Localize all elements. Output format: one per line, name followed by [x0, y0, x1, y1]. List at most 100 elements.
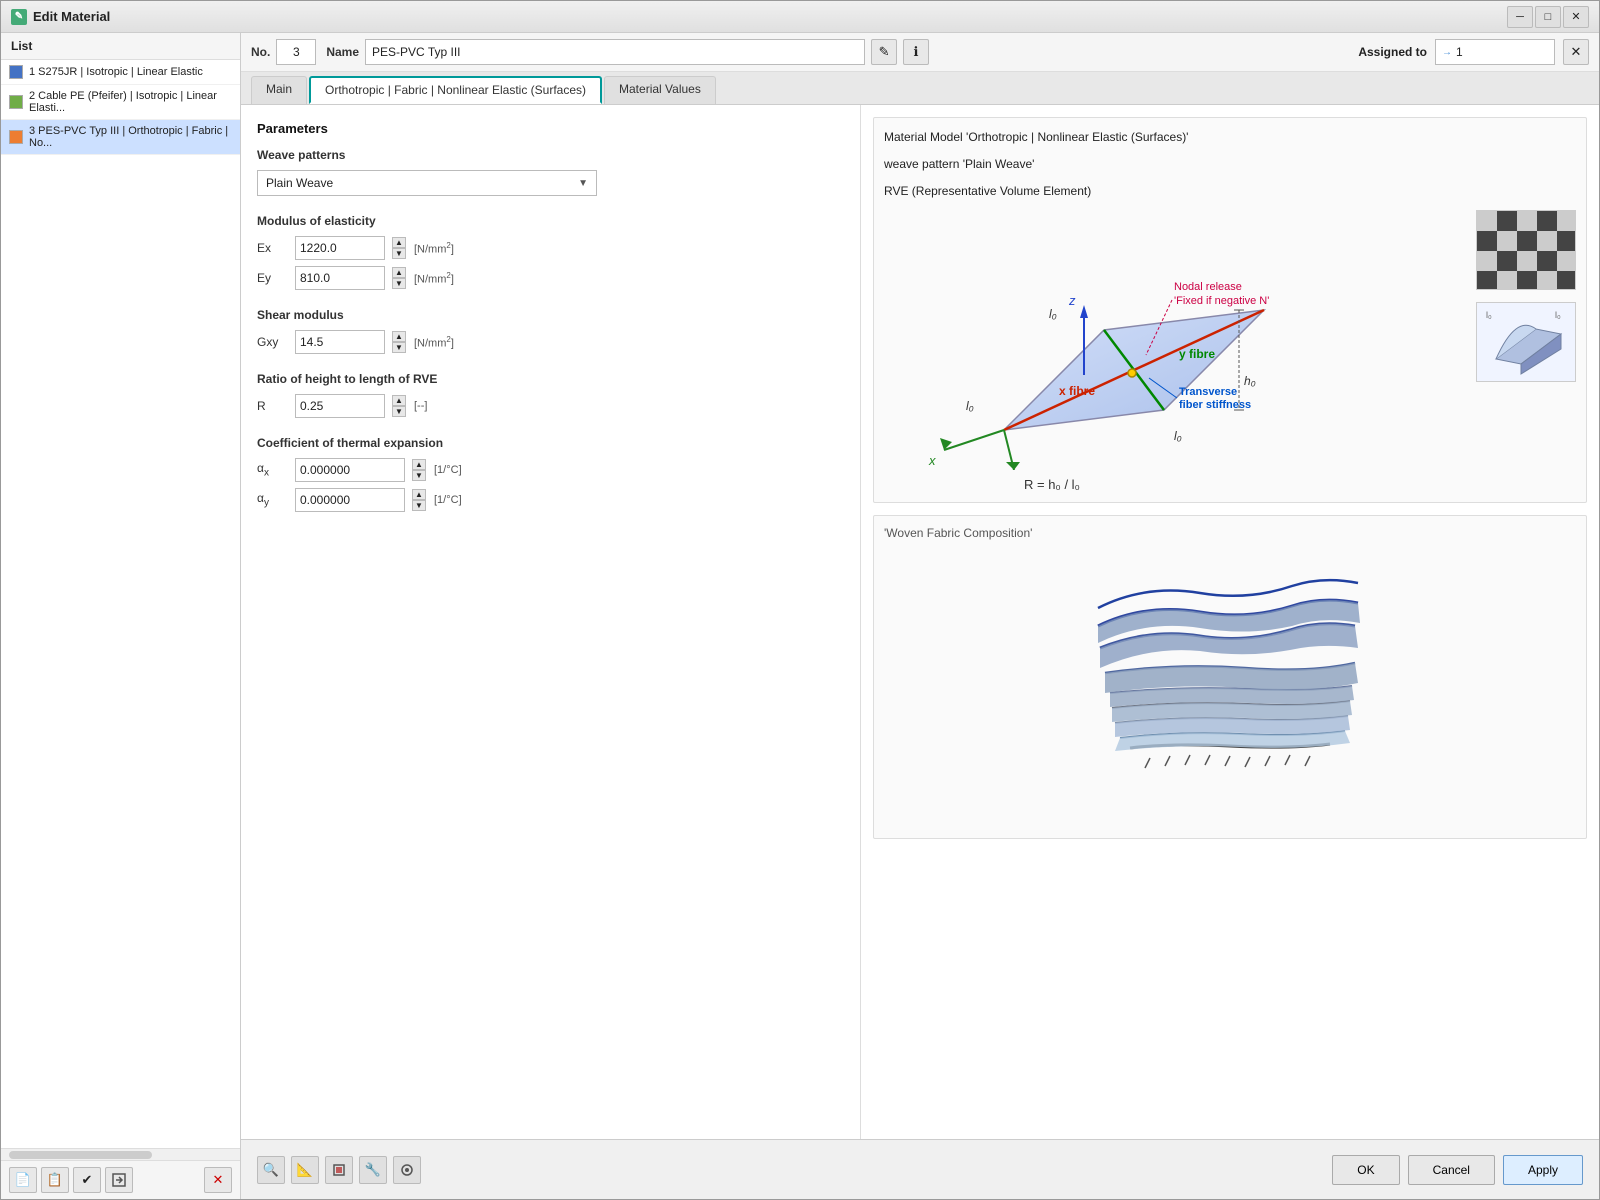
- rve-diagram-svg: x y: [884, 210, 1304, 470]
- ax-input[interactable]: 0.000000: [295, 458, 405, 482]
- ex-input[interactable]: 1220.0: [295, 236, 385, 260]
- select-tool[interactable]: [325, 1156, 353, 1184]
- composition-diagram: [884, 548, 1576, 828]
- gxy-input[interactable]: 14.5: [295, 330, 385, 354]
- name-input[interactable]: PES-PVC Typ III: [365, 39, 865, 65]
- weave-thumbnail: [1476, 210, 1576, 290]
- assigned-close-button[interactable]: ✕: [1563, 39, 1589, 65]
- ay-value: 0.000000: [300, 493, 350, 507]
- content-area: Parameters Weave patterns Plain Weave ▼: [241, 105, 1599, 1139]
- ax-unit: [1/°C]: [434, 464, 462, 476]
- shear-group: Shear modulus Gxy 14.5 ▲ ▼ [N/mm2]: [257, 308, 844, 354]
- cancel-button[interactable]: Cancel: [1408, 1155, 1495, 1185]
- r-spinners: ▲ ▼: [392, 395, 406, 417]
- shear-label: Shear modulus: [257, 308, 844, 322]
- ey-spin-up[interactable]: ▲: [392, 267, 406, 278]
- ay-label: αy: [257, 491, 287, 508]
- list-item-color-1: [9, 65, 23, 79]
- maximize-button[interactable]: □: [1535, 6, 1561, 28]
- action-buttons: OK Cancel Apply: [1332, 1155, 1583, 1185]
- tab-material-values[interactable]: Material Values: [604, 76, 716, 104]
- r-spin-down[interactable]: ▼: [392, 406, 406, 417]
- svg-text:z: z: [1068, 293, 1076, 308]
- ok-button[interactable]: OK: [1332, 1155, 1399, 1185]
- ay-spin-up[interactable]: ▲: [412, 489, 426, 500]
- ay-input[interactable]: 0.000000: [295, 488, 405, 512]
- gxy-spin-down[interactable]: ▼: [392, 342, 406, 353]
- r-input[interactable]: 0.25: [295, 394, 385, 418]
- edit-name-button[interactable]: ✎: [871, 39, 897, 65]
- weave-pattern-value: Plain Weave: [266, 176, 333, 190]
- settings-tool[interactable]: 🔧: [359, 1156, 387, 1184]
- ey-label: Ey: [257, 271, 287, 285]
- title-controls: ─ □ ✕: [1507, 6, 1589, 28]
- tab-main[interactable]: Main: [251, 76, 307, 104]
- main-window: ✎ Edit Material ─ □ ✕ List 1 S275JR | Is…: [0, 0, 1600, 1200]
- gxy-unit: [N/mm2]: [414, 335, 454, 350]
- ey-spin-down[interactable]: ▼: [392, 278, 406, 289]
- app-icon: ✎: [11, 9, 27, 25]
- gxy-spin-up[interactable]: ▲: [392, 331, 406, 342]
- ax-spin-up[interactable]: ▲: [412, 459, 426, 470]
- params-panel: Parameters Weave patterns Plain Weave ▼: [241, 105, 861, 1139]
- list-item-3[interactable]: 3 PES-PVC Typ III | Orthotropic | Fabric…: [1, 120, 240, 155]
- new-material-button[interactable]: 📄: [9, 1167, 37, 1193]
- ratio-label: Ratio of height to length of RVE: [257, 372, 844, 386]
- apply-button[interactable]: Apply: [1503, 1155, 1583, 1185]
- name-field: Name PES-PVC Typ III ✎ ℹ: [326, 39, 929, 65]
- list-item-2[interactable]: 2 Cable PE (Pfeifer) | Isotropic | Linea…: [1, 85, 240, 120]
- ex-spin-up[interactable]: ▲: [392, 237, 406, 248]
- ex-row: Ex 1220.0 ▲ ▼ [N/mm2]: [257, 236, 844, 260]
- list-item-color-2: [9, 95, 23, 109]
- close-button[interactable]: ✕: [1563, 6, 1589, 28]
- ey-input[interactable]: 810.0: [295, 266, 385, 290]
- sidebar-scrollbar[interactable]: [1, 1148, 240, 1160]
- list-item-label-3: 3 PES-PVC Typ III | Orthotropic | Fabric…: [29, 125, 232, 149]
- window-title: Edit Material: [33, 9, 110, 24]
- svg-text:fiber stiffness: fiber stiffness: [1179, 399, 1251, 411]
- ay-row: αy 0.000000 ▲ ▼ [1/°C]: [257, 488, 844, 512]
- model-text-1: Material Model 'Orthotropic | Nonlinear …: [884, 128, 1576, 147]
- ay-spinners: ▲ ▼: [412, 489, 426, 511]
- zoom-tool[interactable]: 🔍: [257, 1156, 285, 1184]
- copy-material-button[interactable]: 📋: [41, 1167, 69, 1193]
- assigned-value-box: → 1: [1435, 39, 1555, 65]
- minimize-button[interactable]: ─: [1507, 6, 1533, 28]
- ay-spin-down[interactable]: ▼: [412, 500, 426, 511]
- r-label: R: [257, 399, 287, 413]
- ex-spin-down[interactable]: ▼: [392, 248, 406, 259]
- tab-orthotropic[interactable]: Orthotropic | Fabric | Nonlinear Elastic…: [309, 76, 602, 104]
- ax-label: αx: [257, 461, 287, 478]
- r-spin-up[interactable]: ▲: [392, 395, 406, 406]
- delete-material-button[interactable]: ✕: [204, 1167, 232, 1193]
- composition-section: 'Woven Fabric Composition': [873, 515, 1587, 839]
- ax-value: 0.000000: [300, 463, 350, 477]
- config-tool[interactable]: [393, 1156, 421, 1184]
- dropdown-arrow-icon: ▼: [578, 178, 588, 189]
- ey-value: 810.0: [300, 271, 330, 285]
- model-text-2: weave pattern 'Plain Weave': [884, 155, 1576, 174]
- weave-pattern-dropdown[interactable]: Plain Weave ▼: [257, 170, 597, 196]
- info-button[interactable]: ℹ: [903, 39, 929, 65]
- ok-small-button[interactable]: ✔: [73, 1167, 101, 1193]
- composition-title: 'Woven Fabric Composition': [884, 526, 1576, 540]
- measure-tool[interactable]: 📐: [291, 1156, 319, 1184]
- assigned-arrow-icon: →: [1442, 47, 1452, 58]
- no-value: 3: [276, 39, 316, 65]
- svg-text:l₀: l₀: [1555, 310, 1561, 320]
- no-label: No.: [251, 45, 270, 59]
- svg-text:y fibre: y fibre: [1179, 347, 1215, 361]
- gxy-value: 14.5: [300, 335, 323, 349]
- list-item-1[interactable]: 1 S275JR | Isotropic | Linear Elastic: [1, 60, 240, 85]
- rve-formula: R = h₀ / l₀: [1024, 477, 1460, 492]
- gxy-spinners: ▲ ▼: [392, 331, 406, 353]
- import-button[interactable]: [105, 1167, 133, 1193]
- ax-spin-down[interactable]: ▼: [412, 470, 426, 481]
- ay-unit: [1/°C]: [434, 494, 462, 506]
- r-unit: [--]: [414, 400, 427, 412]
- right-panel: No. 3 Name PES-PVC Typ III ✎ ℹ Assigned …: [241, 33, 1599, 1199]
- bottom-tools: 🔍 📐 🔧: [257, 1156, 421, 1184]
- gxy-label: Gxy: [257, 335, 287, 349]
- r-row: R 0.25 ▲ ▼ [--]: [257, 394, 844, 418]
- weave-patterns-group: Weave patterns Plain Weave ▼: [257, 148, 844, 196]
